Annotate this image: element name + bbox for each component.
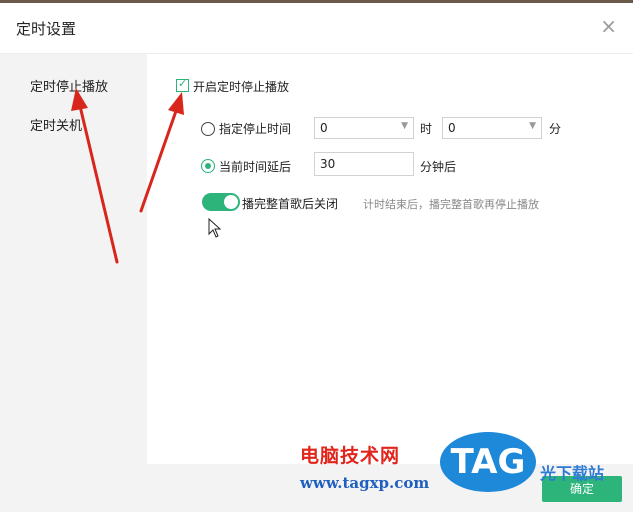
- delay-unit-label: 分钟后: [420, 160, 457, 174]
- radio-specified-time[interactable]: [201, 122, 215, 136]
- minute-select[interactable]: 0 ▼: [442, 117, 542, 139]
- watermark-site-name-2: 光下载站: [540, 464, 605, 483]
- radio-selected-dot: [205, 163, 211, 169]
- title-bar: 定时设置 ×: [0, 3, 633, 54]
- finish-song-label: 播完整首歌后关闭: [242, 197, 339, 211]
- finish-song-toggle[interactable]: [202, 193, 240, 211]
- watermark-site-name: 电脑技术网: [300, 445, 401, 467]
- check-icon: ✓: [178, 77, 188, 90]
- chevron-down-icon: ▼: [529, 121, 536, 131]
- hour-select[interactable]: 0 ▼: [314, 117, 414, 139]
- minute-value: 0: [448, 121, 456, 135]
- watermark-url: www.tagxp.com: [300, 474, 430, 492]
- minute-unit-label: 分: [549, 122, 562, 136]
- toggle-knob: [224, 195, 238, 209]
- settings-panel: [147, 54, 633, 464]
- sidebar-item-shutdown[interactable]: 定时关机: [30, 115, 82, 134]
- radio-delay[interactable]: [201, 159, 215, 173]
- sidebar-item-stop-playback[interactable]: 定时停止播放: [30, 76, 108, 95]
- delay-minutes-value: 30: [320, 157, 336, 171]
- watermark-tag-logo: TAG: [440, 432, 536, 492]
- hour-unit-label: 时: [420, 122, 433, 136]
- delay-label: 当前时间延后: [219, 160, 292, 174]
- specified-time-label: 指定停止时间: [219, 122, 292, 136]
- dialog-title: 定时设置: [16, 20, 77, 38]
- enable-timer-checkbox[interactable]: ✓: [176, 77, 189, 92]
- close-icon[interactable]: ×: [600, 15, 617, 37]
- chevron-down-icon: ▼: [401, 121, 408, 131]
- mouse-cursor-icon: [208, 218, 222, 238]
- sidebar: 定时停止播放 定时关机: [0, 54, 147, 464]
- enable-timer-label: 开启定时停止播放: [193, 80, 290, 94]
- finish-song-hint: 计时结束后，播完整首歌再停止播放: [363, 198, 539, 211]
- delay-minutes-input[interactable]: 30: [314, 152, 414, 176]
- hour-value: 0: [320, 121, 328, 135]
- watermark-tag-text: TAG: [450, 442, 526, 482]
